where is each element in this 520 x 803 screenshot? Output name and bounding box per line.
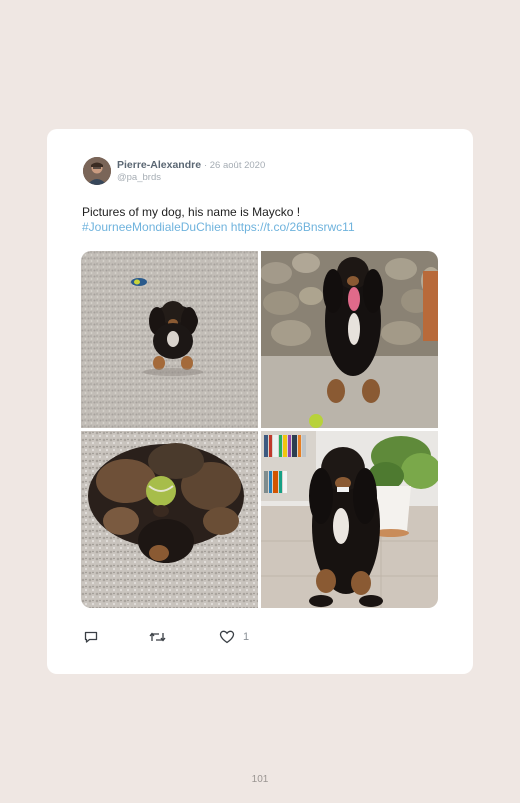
dog-sitting-by-stone-wall-photo[interactable] — [261, 251, 438, 428]
reply-icon — [83, 629, 99, 645]
dog-on-back-with-ball-photo[interactable] — [81, 431, 258, 608]
author-handle[interactable]: @pa_brds — [117, 172, 161, 183]
tweet-links-line: #JourneeMondialeDuChien https://t.co/26B… — [82, 220, 442, 235]
tweet-actions: 1 — [83, 628, 283, 646]
like-button[interactable]: 1 — [219, 628, 249, 646]
url-link[interactable]: https://t.co/26Bnsrwc11 — [231, 220, 355, 234]
dog-lying-on-gravel-photo[interactable] — [81, 251, 258, 428]
photo-grid — [81, 251, 438, 608]
tweet-card: Pierre-Alexandre · 26 août 2020 @pa_brds… — [47, 129, 473, 674]
tweet-text: Pictures of my dog, his name is Maycko !… — [82, 205, 442, 235]
tweet-date[interactable]: · 26 août 2020 — [204, 160, 265, 171]
author-name[interactable]: Pierre-Alexandre — [117, 159, 201, 171]
tweet-header: Pierre-Alexandre · 26 août 2020 @pa_brds — [83, 157, 443, 187]
tweet-text-line: Pictures of my dog, his name is Maycko ! — [82, 205, 301, 219]
dog-sitting-indoors-photo[interactable] — [261, 431, 438, 608]
reply-button[interactable] — [83, 628, 99, 646]
heart-icon — [219, 629, 235, 645]
author-line: Pierre-Alexandre · 26 août 2020 — [117, 159, 265, 171]
page-number: 101 — [251, 774, 269, 785]
like-count: 1 — [243, 631, 250, 643]
retweet-button[interactable] — [149, 628, 166, 646]
hashtag-link[interactable]: #JourneeMondialeDuChien — [82, 220, 227, 234]
avatar[interactable] — [83, 157, 111, 185]
retweet-icon — [149, 629, 166, 645]
